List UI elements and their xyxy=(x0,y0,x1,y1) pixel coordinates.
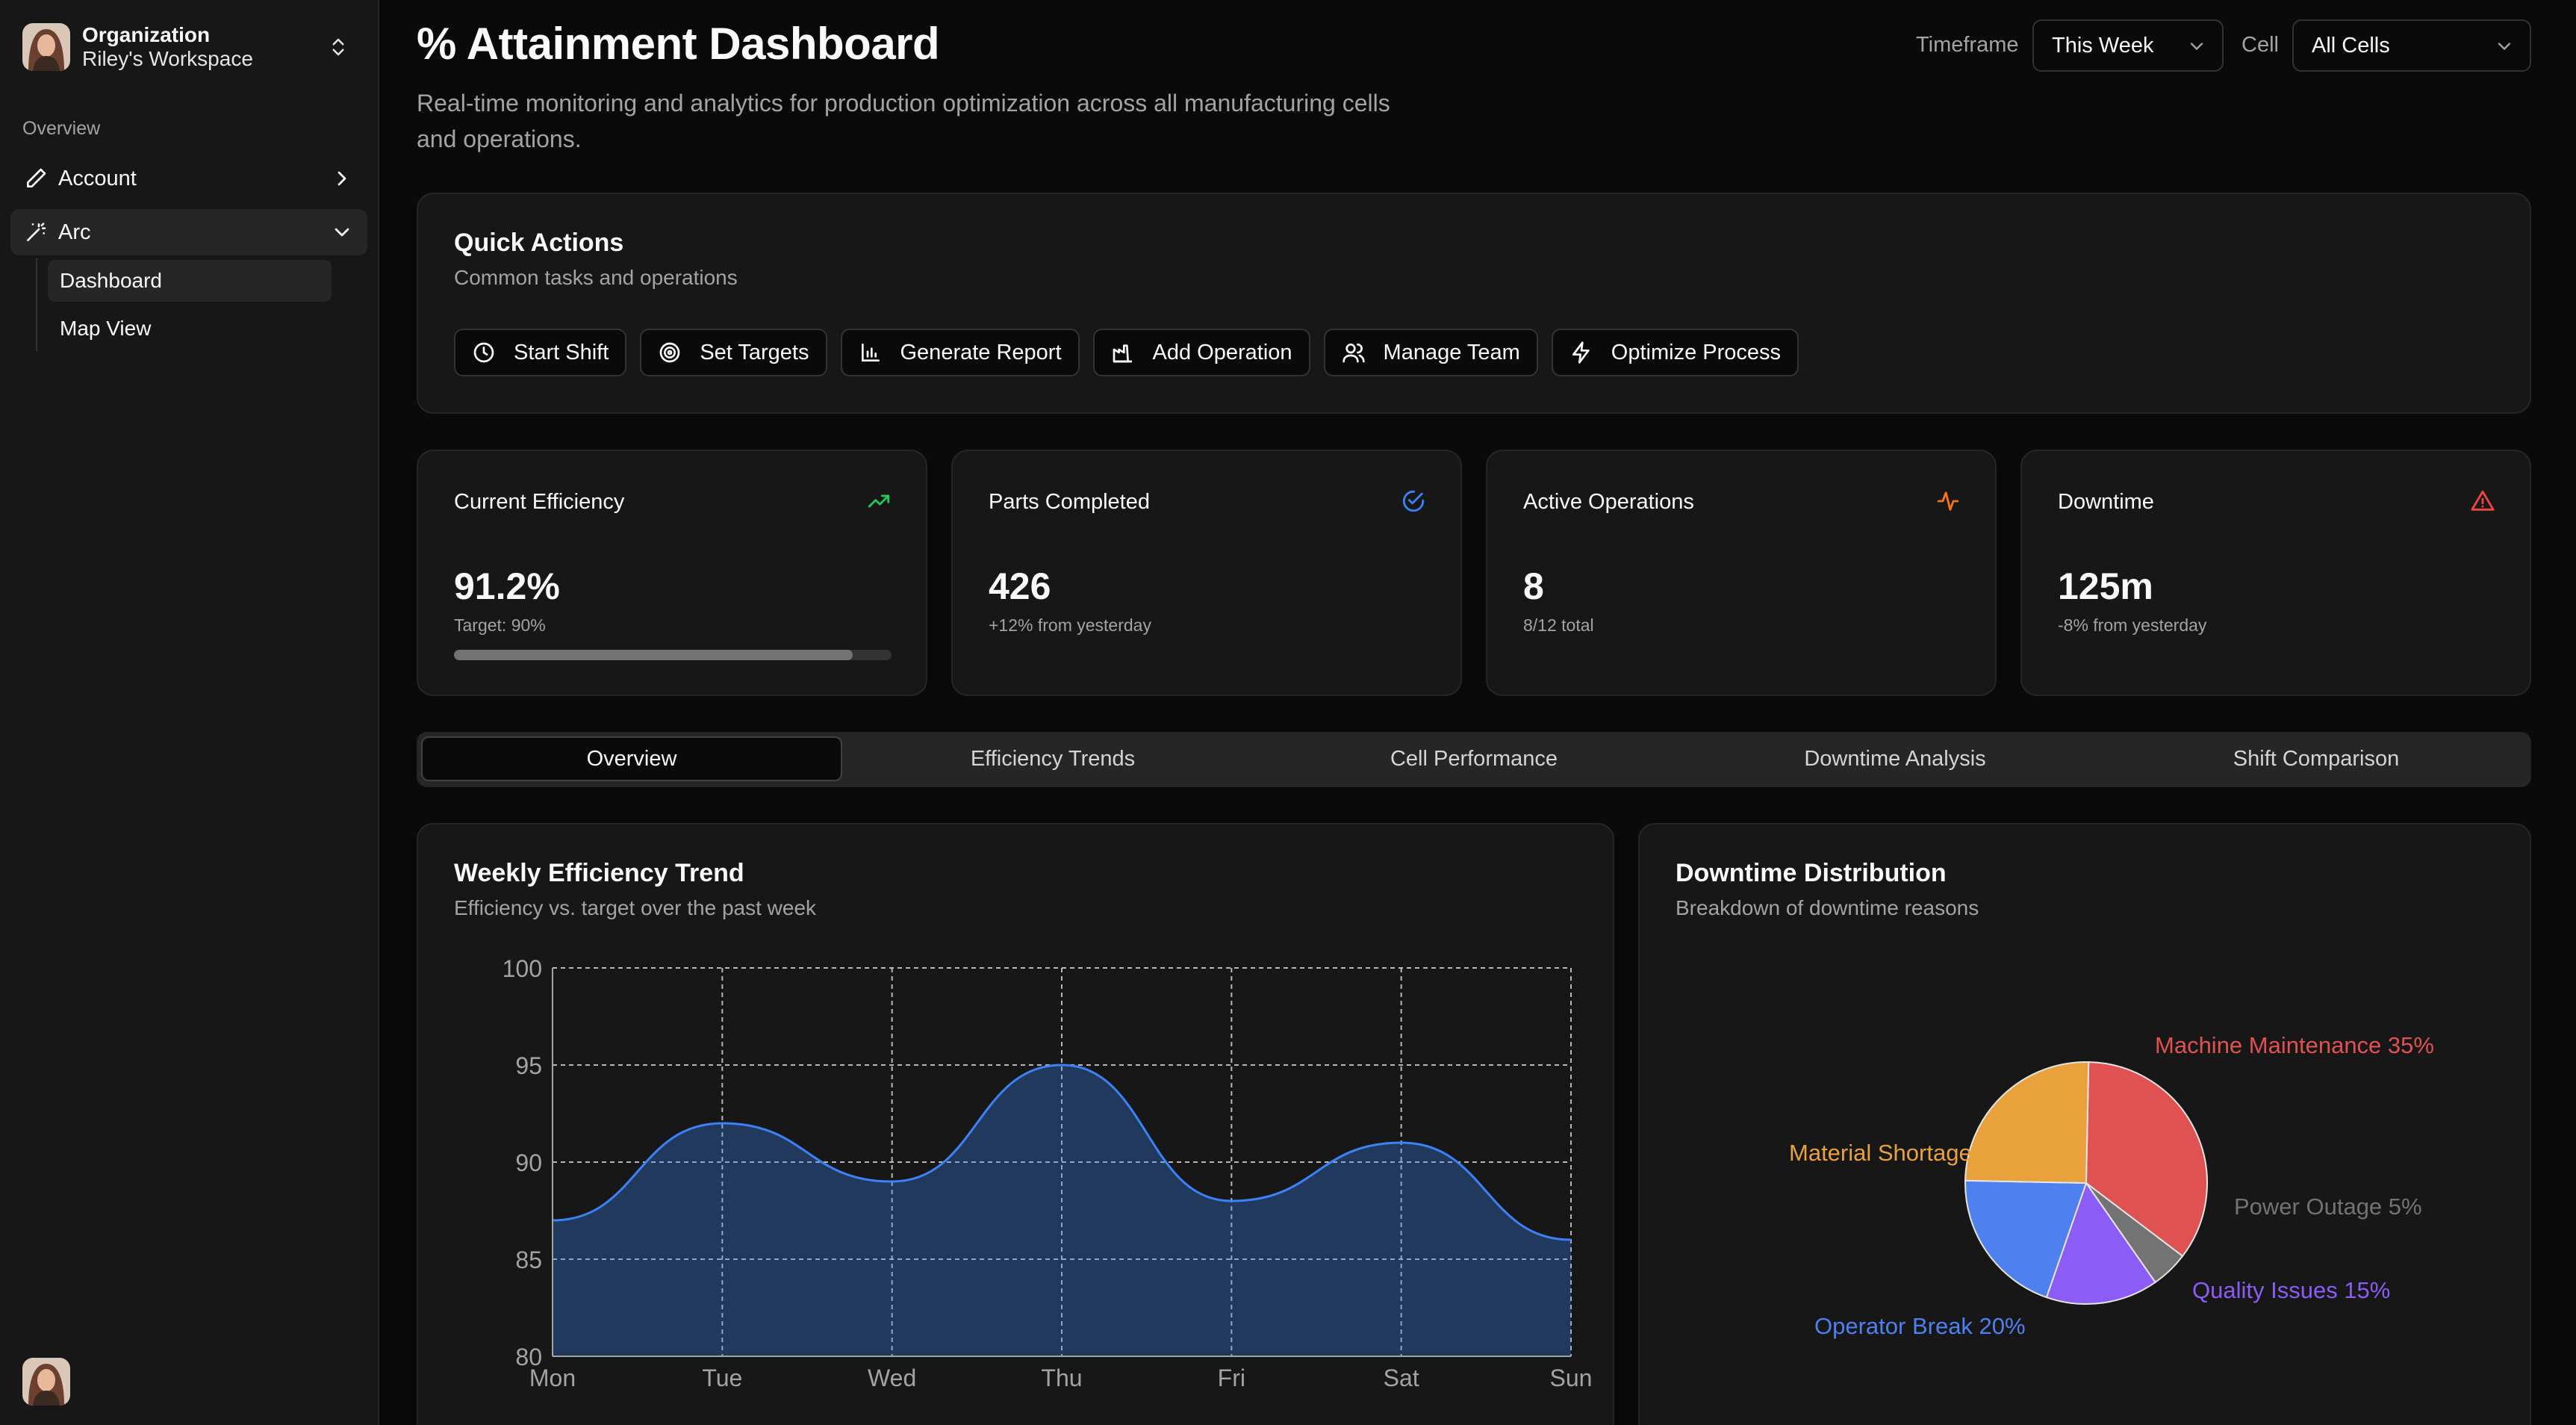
sidebar-item-label: Account xyxy=(58,166,137,190)
pie-label: Power Outage 5% xyxy=(2234,1193,2422,1220)
button-label: Manage Team xyxy=(1383,340,1520,364)
x-tick-label: Fri xyxy=(1218,1365,1245,1391)
add-operation-button[interactable]: Add Operation xyxy=(1092,329,1310,376)
sidebar-subitem-dashboard[interactable]: Dashboard xyxy=(48,260,332,302)
progress-fill xyxy=(454,650,853,660)
user-avatar[interactable] xyxy=(22,1358,70,1406)
downtime-pie-chart: Machine Maintenance 35% Power Outage 5% Qu… xyxy=(1789,1032,2434,1339)
chevron-right-icon xyxy=(337,171,346,186)
button-label: Optimize Process xyxy=(1611,340,1782,364)
tab-bar: Overview Efficiency Trends Cell Performa… xyxy=(417,732,2531,787)
clock-icon xyxy=(473,342,494,363)
sidebar-item-account[interactable]: Account xyxy=(10,155,367,202)
optimize-process-button[interactable]: Optimize Process xyxy=(1551,329,1799,376)
chevron-down-icon xyxy=(2498,43,2511,50)
downtime-distribution-card: Downtime Distribution Breakdown of downt… xyxy=(1638,823,2531,1425)
pie-label: Machine Maintenance 35% xyxy=(2155,1032,2434,1058)
cell-label: Cell xyxy=(2241,33,2279,57)
pie-label: Operator Break 20% xyxy=(1814,1313,2026,1339)
stat-value: 8 xyxy=(1523,565,1544,607)
x-tick-label: Thu xyxy=(1041,1365,1082,1391)
stat-note: -8% from yesterday xyxy=(2058,615,2207,635)
pie-label: Material Shortage 25% xyxy=(1789,1140,2024,1166)
tab-cell-performance[interactable]: Cell Performance xyxy=(1263,736,1684,781)
stat-title: Downtime xyxy=(2058,490,2154,514)
y-tick-label: 95 xyxy=(515,1052,542,1079)
chevron-down-icon xyxy=(335,228,349,237)
stat-note: Target: 90% xyxy=(454,615,546,635)
cell-value: All Cells xyxy=(2312,33,2390,58)
efficiency-area-chart: 80859095100Mon Tue Wed Thu Fri Sat Sun xyxy=(503,955,1593,1391)
factory-icon xyxy=(1113,344,1132,363)
quick-actions-title: Quick Actions xyxy=(454,229,624,257)
timeframe-value: This Week xyxy=(2052,33,2154,58)
nav-section-label: Overview xyxy=(22,118,101,139)
stat-value: 426 xyxy=(989,565,1051,607)
org-workspace: Riley's Workspace xyxy=(82,47,253,70)
y-tick-label: 90 xyxy=(515,1149,542,1176)
wand-icon xyxy=(27,223,46,241)
stat-title: Active Operations xyxy=(1523,490,1694,514)
generate-report-button[interactable]: Generate Report xyxy=(840,329,1080,376)
y-tick-label: 85 xyxy=(515,1247,542,1273)
sidebar: Organization Riley's Workspace Overview … xyxy=(0,0,379,1425)
stat-title: Parts Completed xyxy=(989,490,1150,514)
page-description: Real-time monitoring and analytics for p… xyxy=(417,90,1390,152)
y-tick-label: 100 xyxy=(503,955,542,982)
org-switcher[interactable]: Organization Riley's Workspace xyxy=(22,22,358,72)
stat-value: 125m xyxy=(2058,565,2153,607)
target-icon xyxy=(659,342,680,363)
chevron-down-icon xyxy=(2190,43,2203,50)
stat-card-operations: Active Operations 8 8/12 total xyxy=(1486,450,1997,696)
set-targets-button[interactable]: Set Targets xyxy=(640,329,827,376)
timeframe-select[interactable]: This Week xyxy=(2032,19,2224,72)
stat-note: 8/12 total xyxy=(1523,615,1594,635)
manage-team-button[interactable]: Manage Team xyxy=(1323,329,1538,376)
sidebar-subitem-map-view[interactable]: Map View xyxy=(48,308,332,350)
timeframe-label: Timeframe xyxy=(1916,33,2019,57)
button-label: Start Shift xyxy=(514,340,609,364)
quick-actions-subtitle: Common tasks and operations xyxy=(454,266,738,289)
org-name: Organization xyxy=(82,23,211,46)
page-title: % Attainment Dashboard xyxy=(417,19,940,69)
stat-card-efficiency: Current Efficiency 91.2% Target: 90% xyxy=(417,450,927,696)
button-label: Generate Report xyxy=(900,340,1062,364)
weekly-trend-card: Weekly Efficiency Trend Efficiency vs. t… xyxy=(417,823,1614,1425)
quick-actions-card: Quick Actions Common tasks and operation… xyxy=(417,193,2531,414)
pencil-icon xyxy=(27,168,46,187)
button-label: Set Targets xyxy=(700,340,809,364)
x-tick-label: Wed xyxy=(868,1365,916,1391)
x-tick-label: Sat xyxy=(1384,1365,1419,1391)
button-label: Add Operation xyxy=(1152,340,1292,364)
efficiency-area xyxy=(553,1065,1571,1356)
lightning-icon xyxy=(1572,341,1590,364)
stat-card-downtime: Downtime 125m -8% from yesterday xyxy=(2020,450,2531,696)
efficiency-progress-bar xyxy=(454,650,892,660)
stat-value: 91.2% xyxy=(454,565,560,607)
sidebar-item-arc[interactable]: Arc xyxy=(10,209,367,255)
tab-efficiency-trends[interactable]: Efficiency Trends xyxy=(842,736,1263,781)
users-icon xyxy=(1342,344,1365,363)
stat-card-parts: Parts Completed 426 +12% from yesterday xyxy=(951,450,1462,696)
subnav-divider xyxy=(36,258,37,351)
tab-downtime-analysis[interactable]: Downtime Analysis xyxy=(1684,736,2106,781)
tab-shift-comparison[interactable]: Shift Comparison xyxy=(2106,736,2527,781)
x-tick-label: Sun xyxy=(1550,1365,1593,1391)
activity-icon xyxy=(1937,491,1959,511)
trending-up-icon xyxy=(868,494,890,508)
x-tick-label: Mon xyxy=(529,1365,576,1391)
chevrons-up-down-icon xyxy=(332,38,344,56)
x-tick-label: Tue xyxy=(702,1365,742,1391)
sidebar-item-label: Arc xyxy=(58,220,91,244)
stat-note: +12% from yesterday xyxy=(989,615,1151,635)
bar-chart-icon xyxy=(861,344,880,361)
org-avatar xyxy=(22,23,70,71)
stat-title: Current Efficiency xyxy=(454,490,625,514)
alert-triangle-icon xyxy=(2471,490,2495,511)
start-shift-button[interactable]: Start Shift xyxy=(454,329,627,376)
cell-select[interactable]: All Cells xyxy=(2292,19,2531,72)
pie-label: Quality Issues 15% xyxy=(2192,1277,2390,1303)
check-circle-icon xyxy=(1402,490,1425,512)
tab-overview[interactable]: Overview xyxy=(421,736,842,781)
